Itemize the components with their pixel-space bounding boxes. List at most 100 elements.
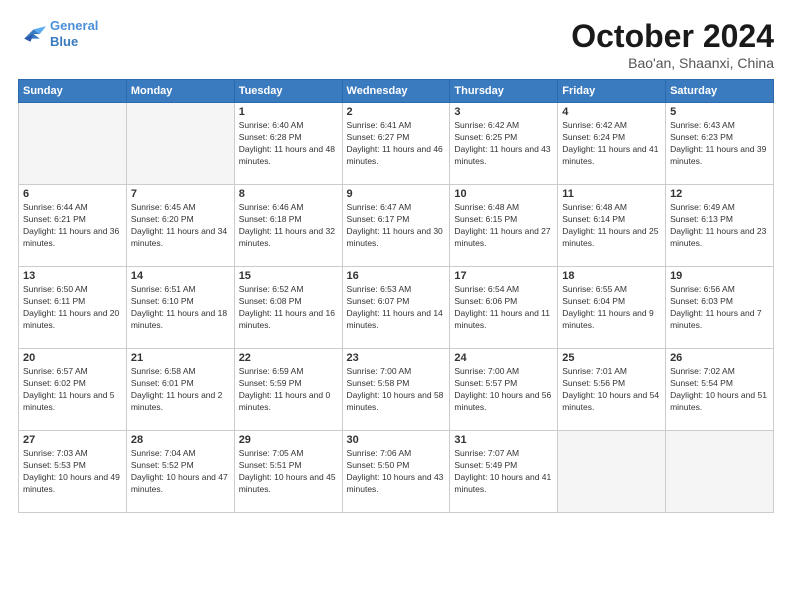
day-number: 28	[131, 434, 230, 446]
table-row: 17Sunrise: 6:54 AM Sunset: 6:06 PM Dayli…	[450, 267, 558, 349]
cell-info: Sunrise: 6:46 AM Sunset: 6:18 PM Dayligh…	[239, 202, 338, 250]
cell-info: Sunrise: 6:47 AM Sunset: 6:17 PM Dayligh…	[347, 202, 446, 250]
table-row: 1 Sunrise: 6:40 AM Sunset: 6:28 PM Daylig…	[234, 103, 342, 185]
table-row: 21 Sunrise: 6:58 AM Sunset: 6:01 PM Dayli…	[126, 349, 234, 431]
day-number: 5	[670, 106, 769, 118]
cell-info: Sunrise: 6:40 AM Sunset: 6:28 PM Dayligh…	[239, 120, 338, 168]
table-row: 24 Sunrise: 7:00 AM Sunset: 5:57 PM Dayli…	[450, 349, 558, 431]
cell-info: Sunrise: 6:42 AM Sunset: 6:24 PM Dayligh…	[562, 120, 661, 168]
day-number: 10	[454, 188, 553, 200]
day-number: 29	[239, 434, 338, 446]
day-number: 15	[239, 270, 338, 282]
cell-info: Sunrise: 7:04 AM Sunset: 5:52 PM Dayligh…	[131, 448, 230, 496]
week-row-1: 1 Sunrise: 6:40 AM Sunset: 6:28 PM Daylig…	[19, 103, 774, 185]
col-sunday: Sunday	[19, 80, 127, 103]
day-number: 9	[347, 188, 446, 200]
cell-info: Sunrise: 7:03 AM Sunset: 5:53 PM Dayligh…	[23, 448, 122, 496]
week-row-3: 13Sunrise: 6:50 AM Sunset: 6:11 PM Dayli…	[19, 267, 774, 349]
cell-info: Sunrise: 6:48 AM Sunset: 6:15 PM Dayligh…	[454, 202, 553, 250]
table-row: 13Sunrise: 6:50 AM Sunset: 6:11 PM Dayli…	[19, 267, 127, 349]
table-row: 8 Sunrise: 6:46 AM Sunset: 6:18 PM Daylig…	[234, 185, 342, 267]
day-number: 11	[562, 188, 661, 200]
table-row: 11 Sunrise: 6:48 AM Sunset: 6:14 PM Dayli…	[558, 185, 666, 267]
cell-info: Sunrise: 7:01 AM Sunset: 5:56 PM Dayligh…	[562, 366, 661, 414]
title-block: October 2024 Bao'an, Shaanxi, China	[571, 18, 774, 71]
day-number: 2	[347, 106, 446, 118]
cell-info: Sunrise: 6:49 AM Sunset: 6:13 PM Dayligh…	[670, 202, 769, 250]
cell-info: Sunrise: 7:00 AM Sunset: 5:57 PM Dayligh…	[454, 366, 553, 414]
cell-info: Sunrise: 6:55 AM Sunset: 6:04 PM Dayligh…	[562, 284, 661, 332]
day-number: 1	[239, 106, 338, 118]
table-row: 27 Sunrise: 7:03 AM Sunset: 5:53 PM Dayli…	[19, 431, 127, 513]
day-number: 30	[347, 434, 446, 446]
day-number: 7	[131, 188, 230, 200]
cell-info: Sunrise: 7:06 AM Sunset: 5:50 PM Dayligh…	[347, 448, 446, 496]
cell-info: Sunrise: 6:58 AM Sunset: 6:01 PM Dayligh…	[131, 366, 230, 414]
table-row: 20 Sunrise: 6:57 AM Sunset: 6:02 PM Dayli…	[19, 349, 127, 431]
table-row: 28 Sunrise: 7:04 AM Sunset: 5:52 PM Dayli…	[126, 431, 234, 513]
logo-line1: General	[50, 18, 98, 33]
location: Bao'an, Shaanxi, China	[571, 55, 774, 71]
table-row: 19 Sunrise: 6:56 AM Sunset: 6:03 PM Dayli…	[666, 267, 774, 349]
cell-info: Sunrise: 7:00 AM Sunset: 5:58 PM Dayligh…	[347, 366, 446, 414]
day-number: 21	[131, 352, 230, 364]
cell-info: Sunrise: 6:50 AM Sunset: 6:11 PM Dayligh…	[23, 284, 122, 332]
calendar: Sunday Monday Tuesday Wednesday Thursday…	[18, 79, 774, 513]
cell-info: Sunrise: 6:44 AM Sunset: 6:21 PM Dayligh…	[23, 202, 122, 250]
day-number: 20	[23, 352, 122, 364]
week-row-2: 6 Sunrise: 6:44 AM Sunset: 6:21 PM Daylig…	[19, 185, 774, 267]
cell-info: Sunrise: 6:42 AM Sunset: 6:25 PM Dayligh…	[454, 120, 553, 168]
day-number: 3	[454, 106, 553, 118]
table-row: 2 Sunrise: 6:41 AM Sunset: 6:27 PM Daylig…	[342, 103, 450, 185]
day-number: 6	[23, 188, 122, 200]
day-number: 23	[347, 352, 446, 364]
table-row: 29 Sunrise: 7:05 AM Sunset: 5:51 PM Dayli…	[234, 431, 342, 513]
day-number: 18	[562, 270, 661, 282]
day-number: 24	[454, 352, 553, 364]
cell-info: Sunrise: 6:51 AM Sunset: 6:10 PM Dayligh…	[131, 284, 230, 332]
table-row: 14 Sunrise: 6:51 AM Sunset: 6:10 PM Dayli…	[126, 267, 234, 349]
month-title: October 2024	[571, 18, 774, 55]
cell-info: Sunrise: 6:57 AM Sunset: 6:02 PM Dayligh…	[23, 366, 122, 414]
calendar-header: Sunday Monday Tuesday Wednesday Thursday…	[19, 80, 774, 103]
table-row	[558, 431, 666, 513]
day-number: 22	[239, 352, 338, 364]
table-row: 15 Sunrise: 6:52 AM Sunset: 6:08 PM Dayli…	[234, 267, 342, 349]
cell-info: Sunrise: 6:43 AM Sunset: 6:23 PM Dayligh…	[670, 120, 769, 168]
week-row-4: 20 Sunrise: 6:57 AM Sunset: 6:02 PM Dayli…	[19, 349, 774, 431]
table-row: 26Sunrise: 7:02 AM Sunset: 5:54 PM Dayli…	[666, 349, 774, 431]
table-row: 30 Sunrise: 7:06 AM Sunset: 5:50 PM Dayli…	[342, 431, 450, 513]
logo-line2: Blue	[50, 34, 78, 49]
table-row	[666, 431, 774, 513]
table-row	[19, 103, 127, 185]
cell-info: Sunrise: 6:52 AM Sunset: 6:08 PM Dayligh…	[239, 284, 338, 332]
col-monday: Monday	[126, 80, 234, 103]
table-row: 16 Sunrise: 6:53 AM Sunset: 6:07 PM Dayli…	[342, 267, 450, 349]
week-row-5: 27 Sunrise: 7:03 AM Sunset: 5:53 PM Dayli…	[19, 431, 774, 513]
day-number: 19	[670, 270, 769, 282]
cell-info: Sunrise: 6:41 AM Sunset: 6:27 PM Dayligh…	[347, 120, 446, 168]
cell-info: Sunrise: 6:56 AM Sunset: 6:03 PM Dayligh…	[670, 284, 769, 332]
day-number: 8	[239, 188, 338, 200]
day-number: 27	[23, 434, 122, 446]
table-row: 18 Sunrise: 6:55 AM Sunset: 6:04 PM Dayli…	[558, 267, 666, 349]
day-number: 26	[670, 352, 769, 364]
day-number: 4	[562, 106, 661, 118]
day-number: 17	[454, 270, 553, 282]
cell-info: Sunrise: 6:53 AM Sunset: 6:07 PM Dayligh…	[347, 284, 446, 332]
table-row	[126, 103, 234, 185]
day-number: 14	[131, 270, 230, 282]
table-row: 9 Sunrise: 6:47 AM Sunset: 6:17 PM Daylig…	[342, 185, 450, 267]
table-row: 3 Sunrise: 6:42 AM Sunset: 6:25 PM Daylig…	[450, 103, 558, 185]
table-row: 6 Sunrise: 6:44 AM Sunset: 6:21 PM Daylig…	[19, 185, 127, 267]
cell-info: Sunrise: 6:48 AM Sunset: 6:14 PM Dayligh…	[562, 202, 661, 250]
day-number: 12	[670, 188, 769, 200]
cell-info: Sunrise: 7:05 AM Sunset: 5:51 PM Dayligh…	[239, 448, 338, 496]
logo-icon	[18, 23, 46, 45]
table-row: 4 Sunrise: 6:42 AM Sunset: 6:24 PM Daylig…	[558, 103, 666, 185]
col-tuesday: Tuesday	[234, 80, 342, 103]
cell-info: Sunrise: 6:59 AM Sunset: 5:59 PM Dayligh…	[239, 366, 338, 414]
table-row: 10 Sunrise: 6:48 AM Sunset: 6:15 PM Dayli…	[450, 185, 558, 267]
day-number: 16	[347, 270, 446, 282]
calendar-body: 1 Sunrise: 6:40 AM Sunset: 6:28 PM Daylig…	[19, 103, 774, 513]
